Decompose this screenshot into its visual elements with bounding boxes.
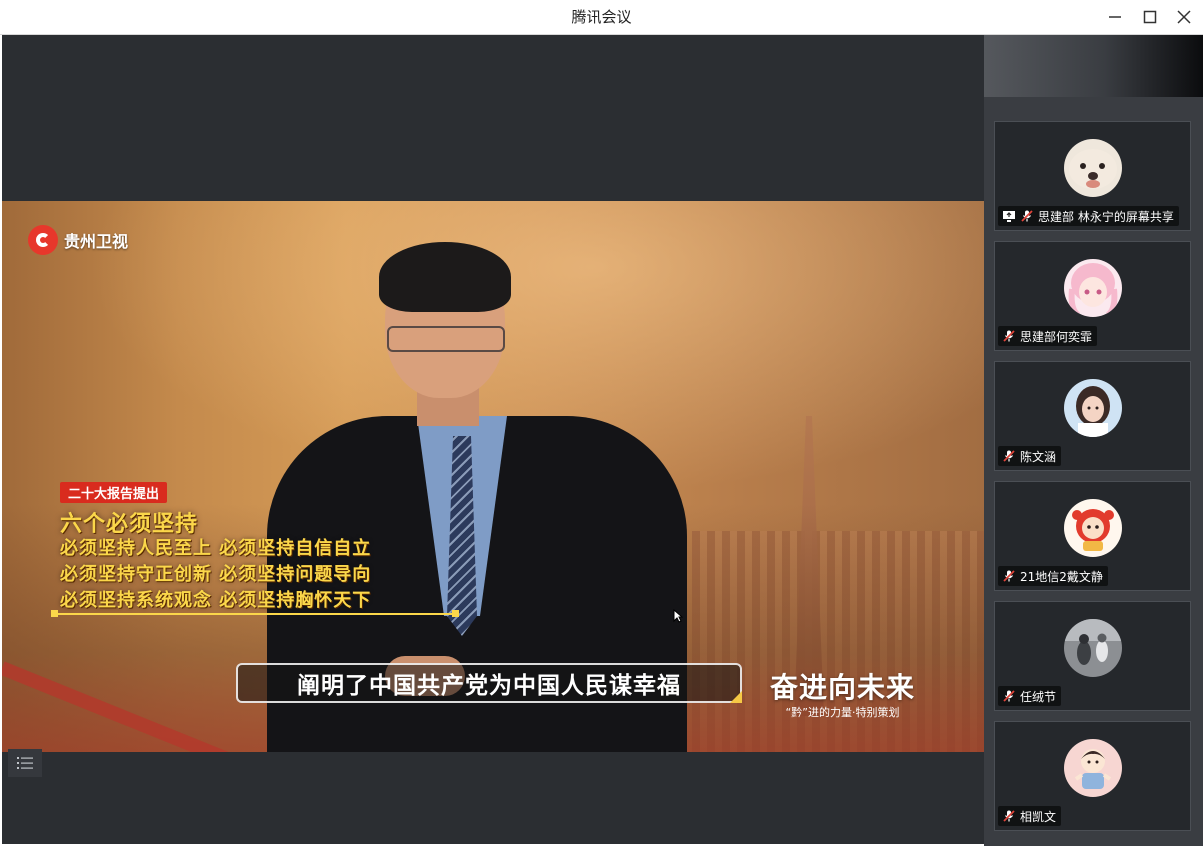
minimize-button[interactable]: [1098, 0, 1132, 34]
program-brand: 奋进向未来 “黔”进的力量·特别策划: [770, 666, 915, 720]
cartoon-boy-avatar: [1064, 739, 1122, 797]
brand-subtitle: “黔”进的力量·特别策划: [785, 706, 900, 719]
participant-label: 任绒节: [998, 686, 1062, 706]
participant-name: 思建部 林永宁的屏幕共享: [1038, 209, 1174, 224]
close-icon: [1177, 10, 1191, 24]
overlay-tag: 二十大报告提出: [60, 482, 168, 503]
maximize-button[interactable]: [1133, 0, 1167, 34]
mic-muted-icon: [1003, 330, 1015, 342]
video-subtitle: 阐明了中国共产党为中国人民谋幸福: [236, 663, 742, 703]
participant-tile[interactable]: 21地信2戴文静: [994, 481, 1191, 591]
participant-label: 思建部何奕霏: [998, 326, 1098, 346]
participant-tile[interactable]: 思建部何奕霏: [994, 241, 1191, 351]
participant-label: 思建部 林永宁的屏幕共享: [998, 206, 1179, 226]
brand-title: 奋进向未来: [770, 671, 916, 704]
mic-muted-icon: [1003, 690, 1015, 702]
minimize-icon: [1109, 16, 1121, 18]
member-list-button[interactable]: [8, 749, 42, 777]
overlay-divider: [51, 610, 459, 617]
overlay-line: 必须坚持人民至上 必须坚持自信自立: [60, 538, 372, 559]
channel-logo-icon: [28, 225, 58, 255]
mic-muted-icon: [1003, 810, 1015, 822]
overlay-line: 必须坚持系统观念 必须坚持胸怀天下: [60, 590, 372, 611]
close-button[interactable]: [1167, 0, 1201, 34]
participant-name: 思建部何奕霏: [1020, 329, 1093, 344]
participant-name: 陈文涵: [1020, 449, 1057, 464]
overlay-line: 必须坚持守正创新 必须坚持问题导向: [60, 564, 372, 585]
subtitle-text: 阐明了中国共产党为中国人民谋幸福: [297, 673, 681, 699]
channel-name: 贵州卫视: [64, 232, 129, 251]
window-title: 腾讯会议: [571, 8, 632, 26]
overlay-headline: 六个必须坚持: [60, 512, 199, 537]
anime-girl-avatar: [1064, 259, 1122, 317]
bw-photo-avatar: [1064, 619, 1122, 677]
overlay-lines: 必须坚持人民至上 必须坚持自信自立 必须坚持守正创新 必须坚持问题导向 必须坚持…: [60, 536, 371, 614]
mic-muted-icon: [1021, 210, 1033, 222]
title-bar: 腾讯会议: [0, 0, 1203, 35]
participant-label: 陈文涵: [998, 446, 1062, 466]
participant-name: 任绒节: [1020, 689, 1057, 704]
mic-muted-icon: [1003, 450, 1015, 462]
participant-panel: 思建部 林永宁的屏幕共享 思建部何奕霏 陈文涵 21地信2戴文静 任绒节 相凯文: [984, 35, 1203, 846]
channel-logo: 贵州卫视: [28, 225, 128, 255]
participant-tile[interactable]: 任绒节: [994, 601, 1191, 711]
panel-header-gradient: [984, 35, 1203, 97]
shared-video[interactable]: 贵州卫视 二十大报告提出 六个必须坚持 必须坚持人民至上 必须坚持自信自立 必须…: [2, 201, 984, 752]
participant-name: 相凯文: [1020, 809, 1057, 824]
red-cartoon-avatar: [1064, 499, 1122, 557]
participant-tile[interactable]: 陈文涵: [994, 361, 1191, 471]
list-icon: [17, 757, 33, 769]
participant-tile[interactable]: 思建部 林永宁的屏幕共享: [994, 121, 1191, 231]
girl-photo-avatar: [1064, 379, 1122, 437]
participant-label: 21地信2戴文静: [998, 566, 1108, 586]
participant-name: 21地信2戴文静: [1020, 569, 1103, 584]
screen-share-icon: [1003, 211, 1015, 222]
participant-label: 相凯文: [998, 806, 1062, 826]
participant-tile[interactable]: 相凯文: [994, 721, 1191, 831]
mic-muted-icon: [1003, 570, 1015, 582]
shared-screen-stage: 贵州卫视 二十大报告提出 六个必须坚持 必须坚持人民至上 必须坚持自信自立 必须…: [2, 35, 984, 844]
maximize-icon: [1143, 10, 1157, 24]
mouse-cursor-icon: [673, 609, 683, 623]
puppy-avatar: [1064, 139, 1122, 197]
